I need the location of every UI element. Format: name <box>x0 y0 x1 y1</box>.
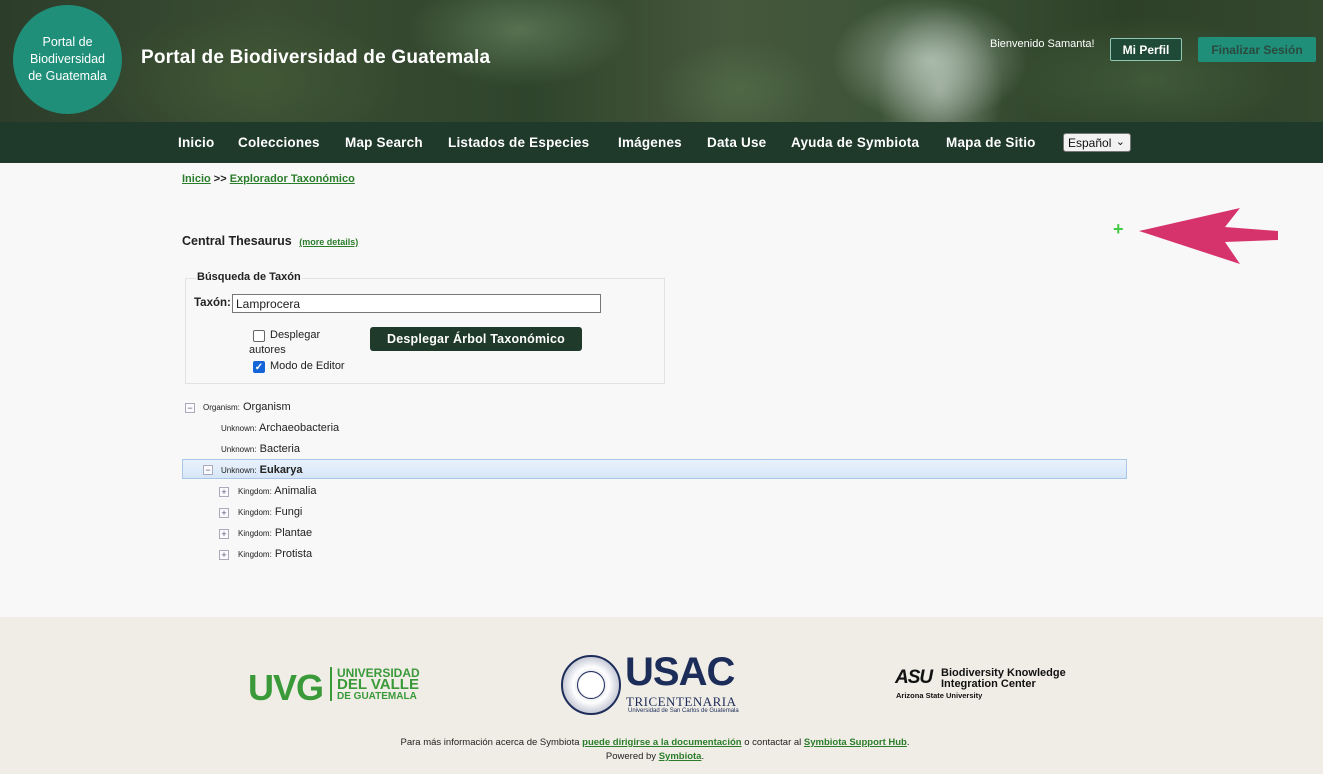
tree-node-rank: Kingdom: <box>238 550 272 559</box>
language-value: Español <box>1068 135 1112 150</box>
nav-item-data-use[interactable]: Data Use <box>707 135 766 150</box>
tree-node-name: Bacteria <box>259 443 300 455</box>
expand-icon[interactable]: + <box>219 508 229 518</box>
tree-node-name: Archaeobacteria <box>259 422 340 434</box>
taxon-search-legend: Búsqueda de Taxón <box>196 271 302 283</box>
thesaurus-title: Central Thesaurus <box>182 234 292 248</box>
logo-line-3: de Guatemala <box>28 69 107 83</box>
powered-by-end: . <box>701 751 705 762</box>
nav-item-inicio[interactable]: Inicio <box>178 135 214 150</box>
show-authors-label-2: autores <box>249 344 286 356</box>
uvg-line-3: DE GUATEMALA <box>337 691 417 702</box>
usac-seal-icon <box>561 655 621 715</box>
taxon-input[interactable] <box>232 294 601 313</box>
tree-node-bacteria[interactable]: Unknown: Bacteria <box>221 443 300 455</box>
collapse-icon[interactable]: − <box>185 403 195 413</box>
tree-node-rank: Unknown: <box>221 445 257 454</box>
asu-line-3: Arizona State University <box>896 691 983 700</box>
display-tree-button[interactable]: Desplegar Árbol Taxonómico <box>370 327 582 351</box>
nav-item-mapa-sitio[interactable]: Mapa de Sitio <box>946 135 1036 150</box>
expand-icon[interactable]: + <box>219 529 229 539</box>
footer-text-prefix: Para más información acerca de Symbiota <box>400 737 580 748</box>
nav-item-colecciones[interactable]: Colecciones <box>238 135 320 150</box>
tree-node-name: Eukarya <box>259 464 303 476</box>
language-select[interactable]: Español ⌄ <box>1063 133 1131 152</box>
show-authors-checkbox[interactable] <box>253 330 265 342</box>
selected-row-highlight <box>182 459 1127 479</box>
footer-text: Para más información acerca de Symbiota … <box>0 736 1310 764</box>
collapse-icon[interactable]: − <box>203 465 213 475</box>
tree-node-name: Protista <box>274 548 313 560</box>
nav-item-ayuda[interactable]: Ayuda de Symbiota <box>791 135 919 150</box>
tree-node-protista[interactable]: Kingdom: Protista <box>238 548 312 560</box>
breadcrumb-home-link[interactable]: Inicio <box>182 173 211 185</box>
asu-line-1: Biodiversity Knowledge Integration Cente… <box>941 668 1066 690</box>
footer-text-mid: o contactar al <box>744 737 802 748</box>
symbiota-link[interactable]: Symbiota <box>659 751 702 762</box>
asu-abbr: ASU <box>895 667 933 688</box>
logout-button[interactable]: Finalizar Sesión <box>1198 37 1316 62</box>
tree-node-rank: Unknown: <box>221 424 257 433</box>
usac-abbr: USAC <box>625 650 735 694</box>
breadcrumb-separator: >> <box>213 173 227 185</box>
tree-node-animalia[interactable]: Kingdom: Animalia <box>238 485 316 497</box>
uvg-divider <box>330 667 332 701</box>
tree-node-fungi[interactable]: Kingdom: Fungi <box>238 506 302 518</box>
thesaurus-title-row: Central Thesaurus (more details) <box>182 234 358 248</box>
my-profile-button[interactable]: Mi Perfil <box>1110 38 1182 61</box>
expand-icon[interactable]: + <box>219 550 229 560</box>
tree-node-name: Fungi <box>274 506 303 518</box>
support-hub-link[interactable]: Symbiota Support Hub <box>804 737 907 748</box>
chevron-down-icon: ⌄ <box>1115 136 1125 148</box>
tree-node-name: Organism <box>242 401 291 413</box>
nav-item-map-search[interactable]: Map Search <box>345 135 423 150</box>
logo-line-1: Portal de <box>42 35 93 49</box>
portal-logo[interactable]: Portal de Biodiversidad de Guatemala <box>13 5 122 114</box>
tree-node-rank: Kingdom: <box>238 529 272 538</box>
editor-mode-checkbox[interactable]: ✓ <box>253 361 265 373</box>
tree-node-name: Plantae <box>274 527 313 539</box>
nav-item-listados[interactable]: Listados de Especies <box>448 135 589 150</box>
header-banner: Portal de Biodiversidad de Guatemala Por… <box>0 0 1323 122</box>
logo-line-2: Biodiversidad <box>29 52 106 66</box>
documentation-link[interactable]: puede dirigirse a la documentación <box>582 737 741 748</box>
tree-node-rank: Kingdom: <box>238 508 272 517</box>
site-title: Portal de Biodiversidad de Guatemala <box>141 47 491 68</box>
tree-node-rank: Kingdom: <box>238 487 272 496</box>
show-authors-label-1: Desplegar <box>270 329 321 341</box>
usac-line-2: Universidad de San Carlos de Guatemala <box>628 708 739 714</box>
add-taxon-plus-icon[interactable]: + <box>1113 219 1124 240</box>
footer-text-end: . <box>906 737 910 748</box>
nav-item-imagenes[interactable]: Imágenes <box>618 135 682 150</box>
more-details-link[interactable]: (more details) <box>299 237 358 247</box>
breadcrumb-current-link[interactable]: Explorador Taxonómico <box>230 173 355 185</box>
tree-node-archaeobacteria[interactable]: Unknown: Archaeobacteria <box>221 422 339 434</box>
tree-node-plantae[interactable]: Kingdom: Plantae <box>238 527 312 539</box>
asu-line-2-text: Integration Center <box>941 678 1036 690</box>
breadcrumb: Inicio >> Explorador Taxonómico <box>182 173 355 185</box>
powered-by-prefix: Powered by <box>605 751 657 762</box>
arrow-pointer-icon <box>1139 208 1278 264</box>
tree-node-rank: Unknown: <box>221 466 257 475</box>
tree-node-name: Animalia <box>274 485 317 497</box>
uvg-abbr: UVG <box>248 667 324 708</box>
tree-node-rank: Organism: <box>203 403 240 412</box>
tree-node-eukarya[interactable]: Unknown: Eukarya <box>221 464 302 476</box>
expand-icon[interactable]: + <box>219 487 229 497</box>
tree-node-organism[interactable]: Organism: Organism <box>203 401 291 413</box>
welcome-text: Bienvenido Samanta! <box>990 38 1095 50</box>
taxon-label: Taxón: <box>194 297 231 309</box>
editor-mode-label: Modo de Editor <box>270 360 345 372</box>
main-nav: Inicio Colecciones Map Search Listados d… <box>0 122 1323 163</box>
